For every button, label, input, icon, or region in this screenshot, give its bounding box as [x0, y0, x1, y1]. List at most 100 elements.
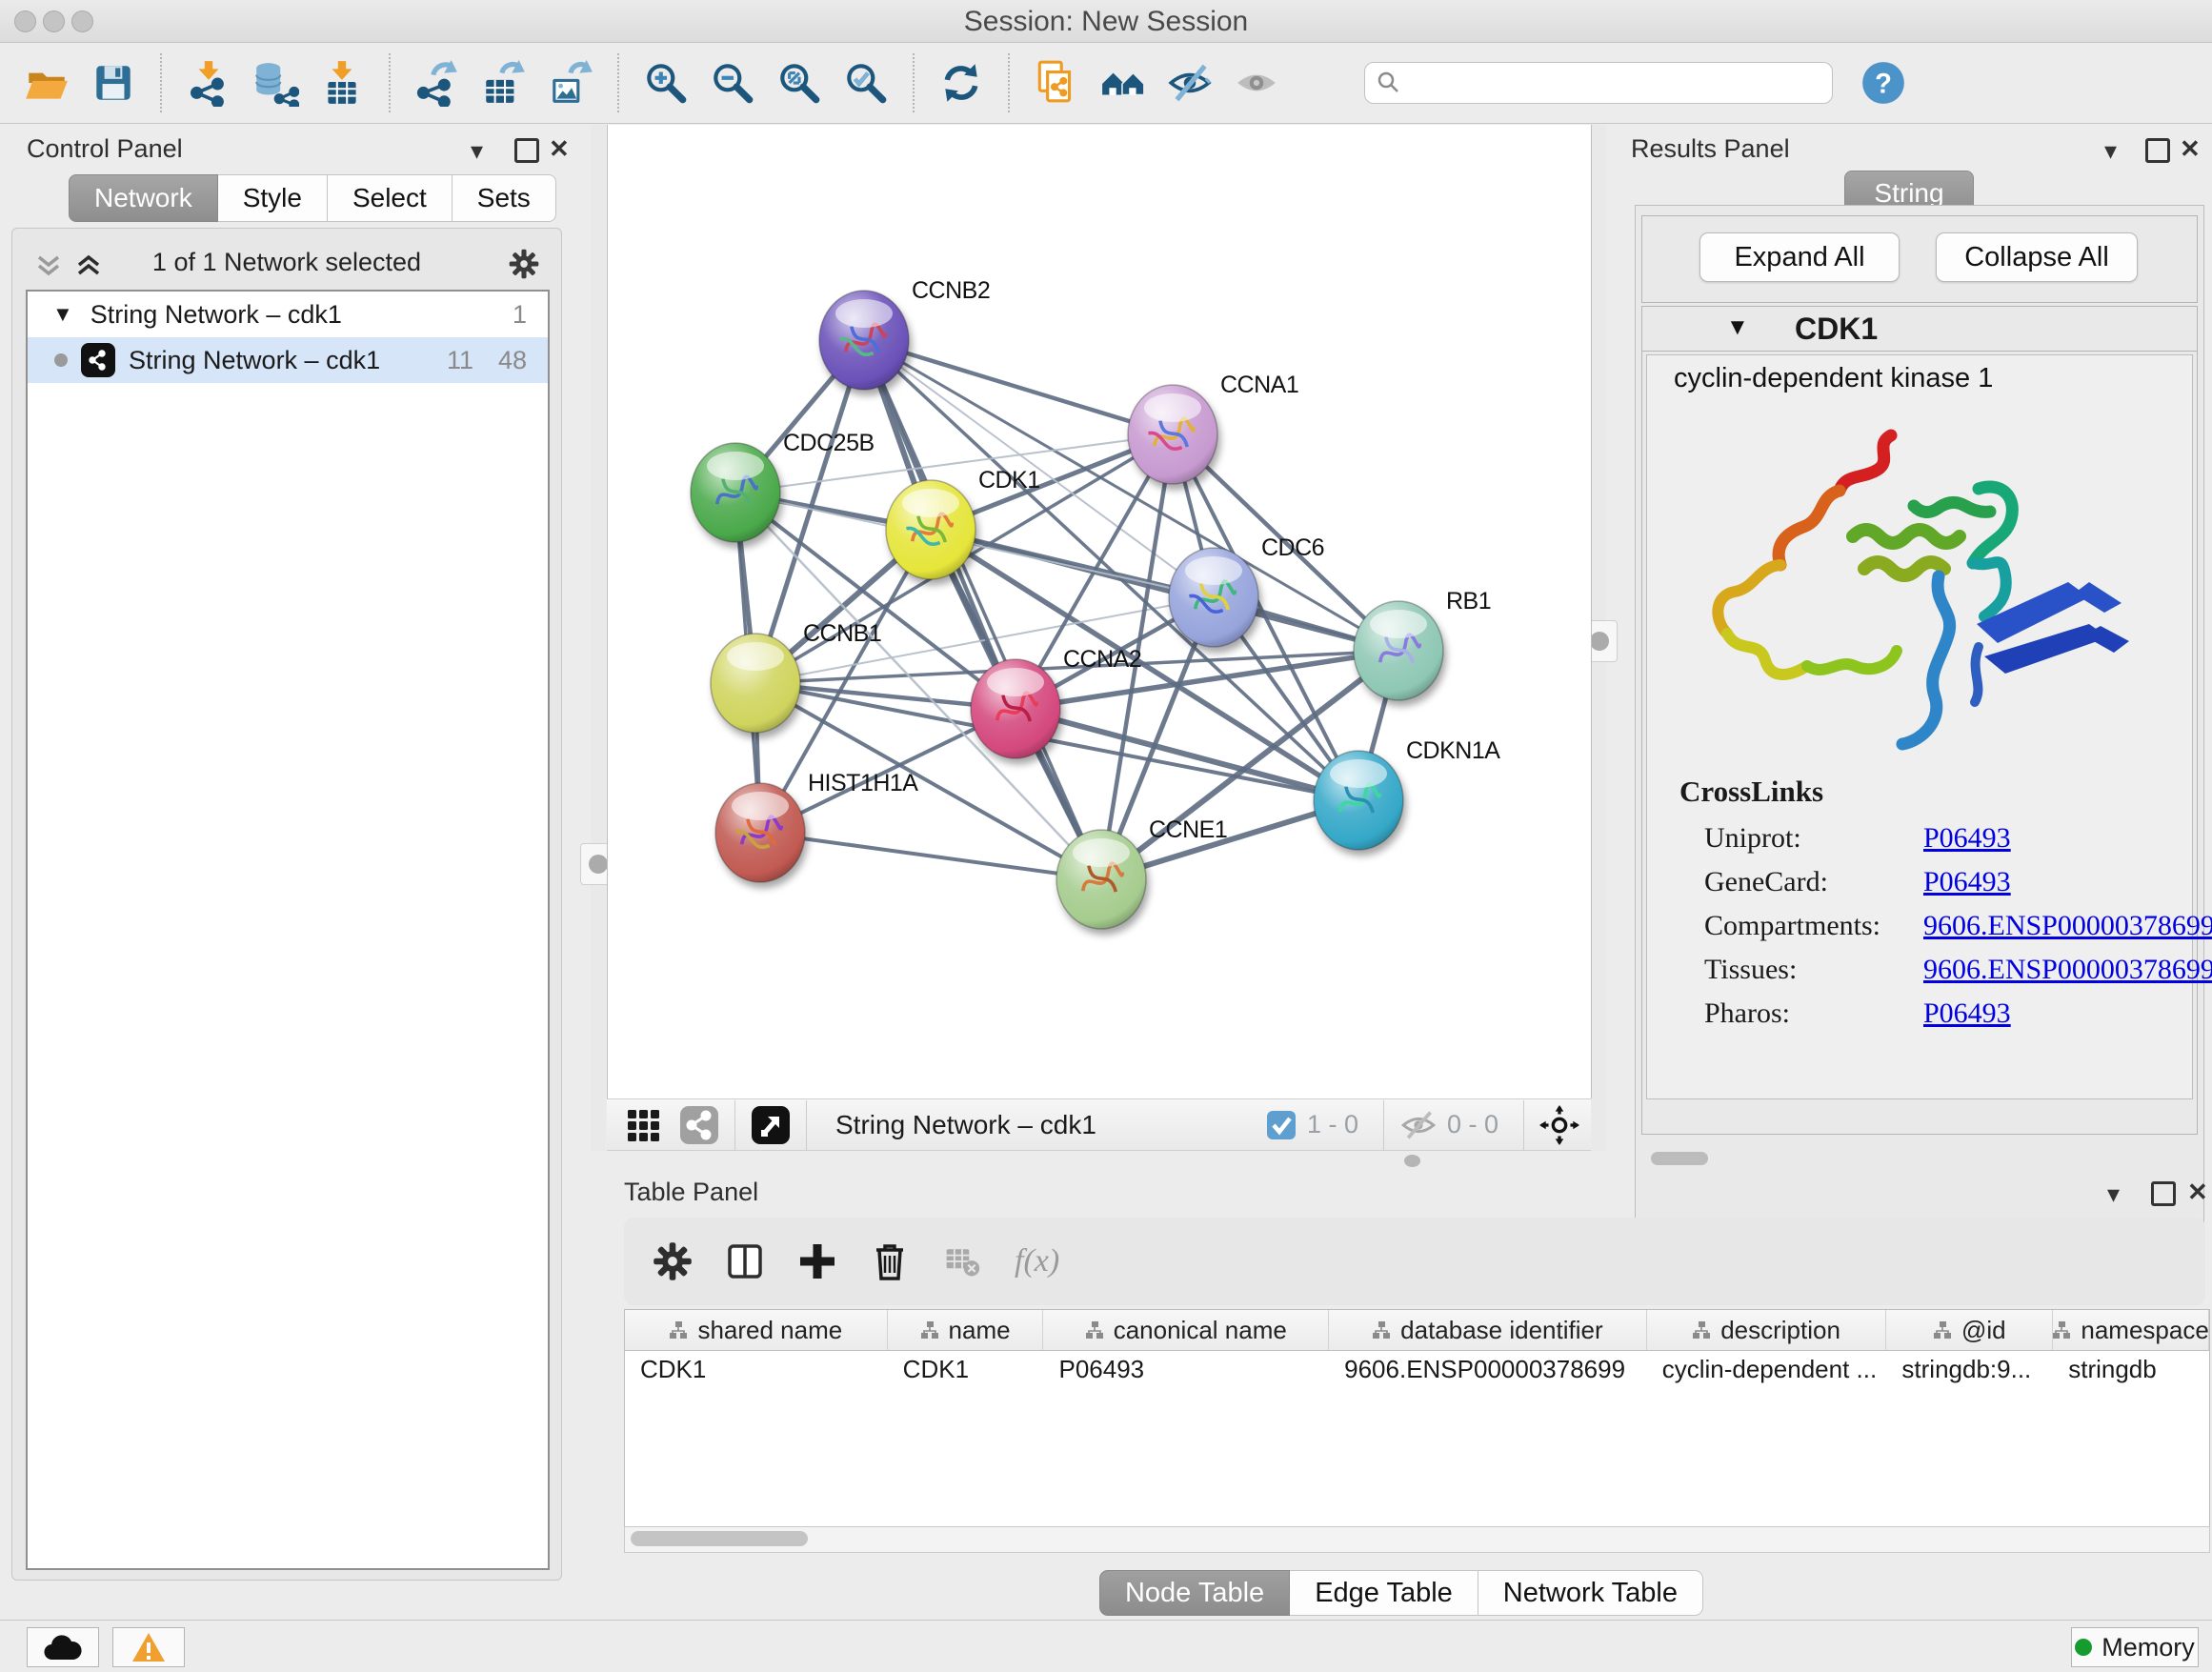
import-network-from-file-button[interactable]: [179, 52, 238, 113]
protein-entry-header[interactable]: ▼ CDK1: [1642, 307, 2197, 352]
column-header--id[interactable]: @id: [1886, 1310, 2053, 1350]
tab-style[interactable]: Style: [218, 174, 328, 222]
crosslink-link[interactable]: P06493: [1923, 866, 2011, 898]
column-header-name[interactable]: name: [888, 1310, 1044, 1350]
zoom-selected-button[interactable]: [836, 52, 895, 113]
control-panel-collapse-icon[interactable]: ▾: [471, 136, 483, 166]
edge-CCNB2-CCNA1[interactable]: [864, 340, 1173, 434]
tab-network-table[interactable]: Network Table: [1478, 1570, 1703, 1616]
tree-collapse-icon[interactable]: ▼: [52, 302, 73, 327]
table-cell[interactable]: 9606.ENSP00000378699: [1329, 1351, 1647, 1389]
tab-edge-table[interactable]: Edge Table: [1290, 1570, 1478, 1616]
fit-content-button[interactable]: [770, 52, 829, 113]
node-table[interactable]: shared namenamecanonical namedatabase id…: [624, 1309, 2210, 1527]
left-splitter[interactable]: [591, 125, 606, 1151]
export-network-button[interactable]: [408, 52, 467, 113]
crosslink-link[interactable]: 9606.ENSP00000378699: [1923, 954, 2212, 986]
tab-sets[interactable]: Sets: [452, 174, 556, 222]
tab-network[interactable]: Network: [69, 174, 218, 222]
column-header-shared-name[interactable]: shared name: [625, 1310, 888, 1350]
table-cell[interactable]: CDK1: [888, 1351, 1044, 1389]
table-cell[interactable]: stringdb:9...: [1886, 1351, 2053, 1389]
warning-status-button[interactable]: [112, 1627, 185, 1667]
network-node-CDC6[interactable]: [1169, 548, 1258, 647]
table-cell[interactable]: stringdb: [2053, 1351, 2209, 1389]
control-panel-float-icon[interactable]: [514, 138, 539, 163]
column-header-canonical-name[interactable]: canonical name: [1043, 1310, 1329, 1350]
gear-icon[interactable]: [508, 248, 540, 280]
import-table-from-file-button[interactable]: [312, 52, 372, 113]
table-settings-button[interactable]: [645, 1234, 700, 1289]
help-button[interactable]: ?: [1854, 52, 1913, 113]
column-header-database-identifier[interactable]: database identifier: [1329, 1310, 1647, 1350]
network-node-CCNB1[interactable]: [711, 634, 800, 733]
network-node-CDC25B[interactable]: [691, 443, 780, 542]
table-panel-close-icon[interactable]: ✕: [2187, 1178, 2208, 1207]
table-cell[interactable]: CDK1: [625, 1351, 888, 1389]
tab-node-table[interactable]: Node Table: [1099, 1570, 1290, 1616]
selected-checkbox-icon[interactable]: [1265, 1109, 1297, 1141]
results-panel-float-icon[interactable]: [2145, 138, 2170, 163]
network-share-icon[interactable]: [679, 1105, 719, 1145]
grid-view-icon[interactable]: [626, 1106, 664, 1144]
annotations-button[interactable]: [1027, 52, 1086, 113]
network-node-RB1[interactable]: [1354, 601, 1443, 700]
network-node-CCNE1[interactable]: [1056, 830, 1146, 929]
network-canvas[interactable]: CCNB2CCNA1CDC25BCDK1CDC6RB1CCNB1CCNA2CDK…: [607, 125, 1592, 1098]
column-header-namespace[interactable]: namespace: [2053, 1310, 2209, 1350]
network-node-CCNB2[interactable]: [819, 291, 909, 390]
add-column-button[interactable]: [790, 1234, 845, 1289]
table-row[interactable]: CDK1CDK1P064939606.ENSP00000378699cyclin…: [625, 1351, 2209, 1389]
reset-view-crosshair-icon[interactable]: [1539, 1105, 1579, 1145]
open-session-button[interactable]: [17, 52, 76, 113]
save-session-button[interactable]: [84, 52, 143, 113]
network-node-CDKN1A[interactable]: [1314, 751, 1403, 850]
crosslink-link[interactable]: P06493: [1923, 997, 2011, 1030]
column-header-description[interactable]: description: [1647, 1310, 1887, 1350]
network-node-CCNA2[interactable]: [971, 659, 1060, 758]
network-collection-row[interactable]: ▼ String Network – cdk1 1: [28, 292, 548, 337]
search-field[interactable]: [1364, 62, 1833, 104]
network-row-selected[interactable]: String Network – cdk1 11 48: [28, 337, 548, 383]
network-node-CCNA1[interactable]: [1128, 385, 1217, 484]
collapse-all-button[interactable]: Collapse All: [1936, 232, 2138, 282]
entry-collapse-icon[interactable]: ▼: [1726, 314, 1749, 341]
network-node-HIST1H1A[interactable]: [715, 783, 805, 882]
network-node-CDK1[interactable]: [886, 480, 975, 579]
control-panel-close-icon[interactable]: ✕: [549, 134, 570, 164]
edge-CCNE1-HIST1H1A[interactable]: [760, 833, 1101, 879]
refresh-view-button[interactable]: [932, 52, 991, 113]
show-columns-button[interactable]: [717, 1234, 773, 1289]
cloud-status-button[interactable]: [27, 1627, 99, 1667]
table-hscrollbar-thumb[interactable]: [631, 1531, 808, 1546]
crosslink-link[interactable]: 9606.ENSP00000378699: [1923, 910, 2212, 942]
eye-disabled-button[interactable]: [1227, 52, 1286, 113]
hidden-eye-icon[interactable]: [1399, 1109, 1438, 1141]
edge-CDK1-RB1[interactable]: [931, 530, 1398, 651]
zoom-in-button[interactable]: [636, 52, 695, 113]
zoom-out-button[interactable]: [703, 52, 762, 113]
expand-all-button[interactable]: Expand All: [1699, 232, 1900, 282]
edge-CCNB2-CCNE1[interactable]: [864, 340, 1101, 879]
table-hscrollbar[interactable]: [624, 1526, 2210, 1553]
memory-button[interactable]: Memory: [2071, 1627, 2199, 1667]
results-hscrollbar-thumb[interactable]: [1651, 1152, 1708, 1165]
table-panel-collapse-icon[interactable]: ▾: [2107, 1179, 2120, 1209]
table-cell[interactable]: cyclin-dependent ...: [1647, 1351, 1887, 1389]
crosslink-link[interactable]: P06493: [1923, 822, 2011, 855]
search-input[interactable]: [1401, 68, 1820, 99]
function-builder-button[interactable]: f(x): [1015, 1243, 1059, 1279]
right-splitter[interactable]: [1591, 125, 1606, 1151]
birds-eye-view-icon[interactable]: [751, 1105, 791, 1145]
import-network-from-database-button[interactable]: [246, 52, 305, 113]
export-image-button[interactable]: [541, 52, 600, 113]
delete-table-button[interactable]: [935, 1234, 990, 1289]
network-graph[interactable]: CCNB2CCNA1CDC25BCDK1CDC6RB1CCNB1CCNA2CDK…: [608, 125, 1591, 1098]
show-hide-panels-button[interactable]: [1160, 52, 1219, 113]
table-cell[interactable]: P06493: [1043, 1351, 1329, 1389]
tab-select[interactable]: Select: [328, 174, 452, 222]
export-table-button[interactable]: [474, 52, 533, 113]
results-panel-collapse-icon[interactable]: ▾: [2104, 136, 2117, 166]
table-panel-float-icon[interactable]: [2151, 1181, 2176, 1206]
delete-column-button[interactable]: [862, 1234, 917, 1289]
